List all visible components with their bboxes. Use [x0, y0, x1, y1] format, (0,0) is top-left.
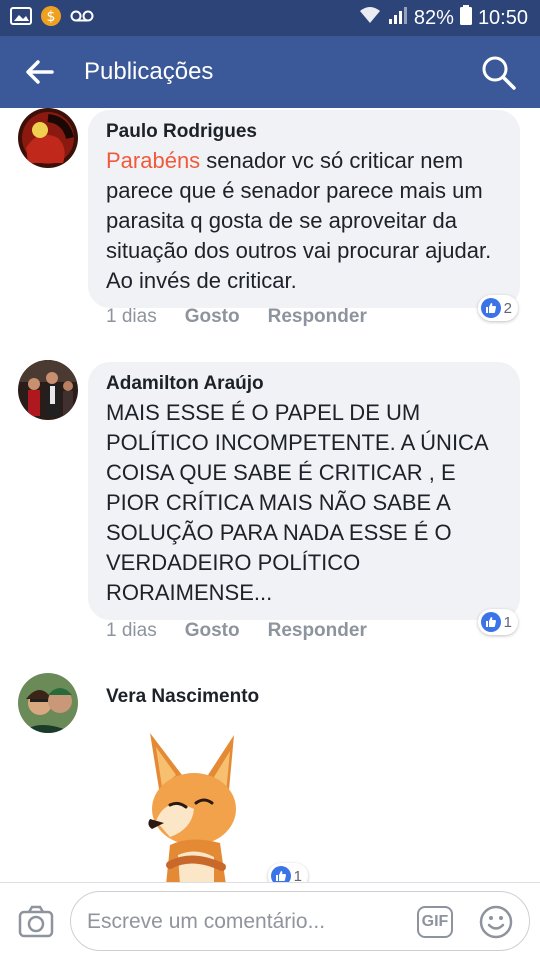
app-bar: Publicações	[0, 36, 540, 108]
reaction-count[interactable]: 2	[477, 295, 518, 321]
reply-button[interactable]: Responder	[268, 620, 367, 642]
money-notification-icon: $	[40, 5, 62, 32]
reaction-number: 1	[503, 613, 512, 631]
comment-actions: 1 dias Gosto Responder	[106, 620, 367, 642]
comment-author[interactable]: Adamilton Araújo	[106, 372, 502, 396]
svg-text:$: $	[47, 9, 56, 25]
thumbs-up-icon	[480, 298, 501, 318]
comment-author[interactable]: Vera Nascimento	[106, 685, 259, 709]
gallery-notification-icon	[10, 6, 32, 30]
sticker-button[interactable]	[479, 905, 513, 939]
thumbs-up-icon	[480, 612, 501, 632]
search-icon	[482, 56, 516, 90]
reply-button[interactable]: Responder	[268, 306, 367, 328]
battery-icon	[459, 5, 472, 31]
camera-icon	[18, 905, 54, 938]
avatar[interactable]	[18, 673, 78, 733]
comment-input[interactable]: Escreve um comentário... GIF	[70, 891, 530, 951]
comment-author[interactable]: Paulo Rodrigues	[106, 120, 502, 144]
comment-time: 1 dias	[106, 620, 157, 641]
back-button[interactable]	[26, 57, 56, 87]
comment-text: Parabéns senador vc só criticar nem pare…	[106, 146, 502, 296]
gif-button[interactable]: GIF	[417, 906, 453, 938]
comment-text: MAIS ESSE É O PAPEL DE UM POLÍTICO INCOM…	[106, 400, 488, 605]
signal-icon	[388, 5, 408, 31]
reaction-number: 2	[503, 299, 512, 317]
camera-button[interactable]	[18, 905, 54, 939]
dog-sticker[interactable]	[130, 725, 260, 883]
mention-tag[interactable]: Parabéns	[106, 148, 200, 173]
comment-input-placeholder: Escreve um comentário...	[87, 910, 326, 933]
reaction-count[interactable]: 1	[477, 609, 518, 635]
like-button[interactable]: Gosto	[185, 306, 240, 328]
comment-time: 1 dias	[106, 306, 157, 327]
status-bar: $ 82% 10:50	[0, 0, 540, 36]
back-arrow-icon	[26, 60, 54, 84]
wifi-icon	[358, 5, 382, 31]
comment-composer: Escreve um comentário... GIF	[0, 882, 540, 960]
smiley-icon	[479, 905, 513, 939]
comment-actions: 1 dias Gosto Responder	[106, 306, 367, 328]
comment-bubble[interactable]: Adamilton Araújo MAIS ESSE É O PAPEL DE …	[88, 362, 520, 620]
avatar[interactable]	[18, 360, 78, 420]
clock: 10:50	[477, 6, 528, 29]
search-button[interactable]	[480, 54, 518, 92]
avatar[interactable]	[18, 108, 78, 168]
comment-bubble[interactable]: Paulo Rodrigues Parabéns senador vc só c…	[88, 110, 520, 308]
battery-level: 82%	[413, 6, 454, 29]
like-button[interactable]: Gosto	[185, 620, 240, 642]
voicemail-icon	[70, 9, 94, 28]
page-title: Publicações	[84, 58, 214, 85]
